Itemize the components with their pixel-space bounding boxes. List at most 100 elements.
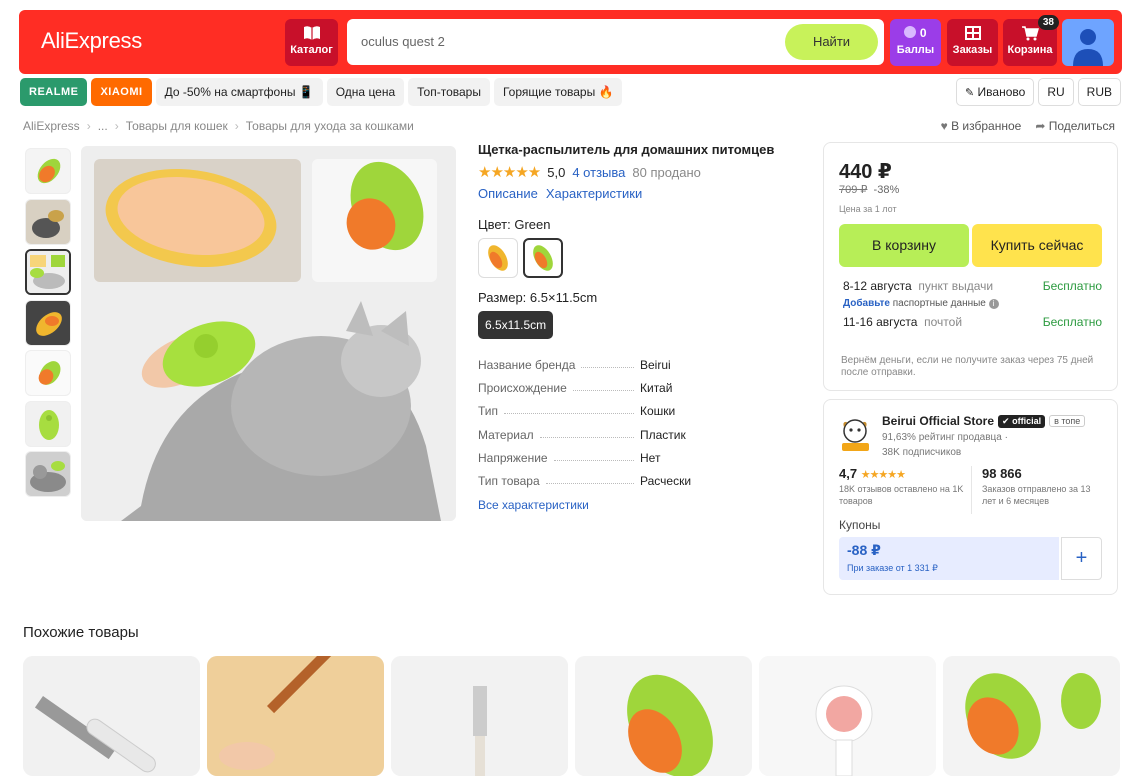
color-swatch-orange[interactable] [478, 238, 518, 278]
add-coupon-button[interactable]: + [1061, 537, 1102, 580]
product-card[interactable] [759, 656, 936, 776]
tag-smartphones-sale[interactable]: До -50% на смартфоны 📱 [155, 78, 323, 106]
breadcrumb-item[interactable]: AliExpress [23, 119, 80, 133]
tab-description[interactable]: Описание [478, 186, 538, 201]
size-option[interactable]: 6.5x11.5cm [478, 311, 554, 339]
spec-row: Тип товара Расчески [478, 469, 798, 492]
cart-icon [1022, 26, 1039, 41]
thumbnail[interactable] [25, 198, 71, 245]
catalog-button[interactable]: Каталог [285, 19, 338, 66]
breadcrumb-item[interactable]: Товары для кошек [126, 119, 228, 133]
coupon-value: -88 ₽ [847, 542, 881, 558]
thumbnail[interactable] [25, 148, 71, 194]
add-passport-link[interactable]: Добавьте [843, 298, 890, 309]
cat-photo [26, 452, 70, 496]
thumbnail[interactable] [25, 451, 71, 497]
brush-image [26, 300, 70, 345]
old-price: 709 ₽ [839, 184, 868, 196]
favorite-button[interactable]: ♥ В избранное [941, 119, 1022, 133]
cart-button[interactable]: Корзина 38 [1003, 15, 1059, 66]
store-score: 4,7 ★★★★★ 18K отзывов оставлено на 1K то… [839, 466, 964, 507]
product-card[interactable] [575, 656, 752, 776]
thumbnail[interactable] [25, 299, 71, 346]
spec-value: Расчески [640, 474, 692, 489]
score-stars: ★★★★★ [860, 469, 906, 481]
chevron-right-icon: › [234, 119, 239, 133]
spec-value: Нет [640, 450, 661, 465]
breadcrumb-item[interactable]: ... [98, 119, 108, 133]
book-icon [303, 26, 320, 40]
cat-brushing-photo [81, 146, 456, 521]
user-avatar[interactable] [1062, 19, 1114, 66]
spec-key: Материал [478, 428, 640, 442]
tab-specs[interactable]: Характеристики [546, 186, 642, 201]
points-button[interactable]: 0 Баллы [890, 19, 941, 66]
favorite-label: В избранное [951, 119, 1022, 133]
search-button[interactable]: Найти [785, 24, 878, 60]
dog-photo [26, 199, 70, 244]
top-badge: в топе [1049, 415, 1086, 427]
product-actions: ♥ В избранное ➦ Поделиться [941, 119, 1115, 133]
spec-row: Тип Кошки [478, 400, 798, 423]
discount: -38% [873, 184, 900, 196]
thumbnail[interactable] [25, 400, 71, 447]
tag-xiaomi[interactable]: XIAOMI [91, 78, 152, 106]
tag-one-price[interactable]: Одна цена [326, 78, 405, 106]
breadcrumb-item[interactable]: Товары для ухода за кошками [246, 119, 414, 133]
cart-count-badge: 38 [1037, 15, 1059, 30]
currency-button[interactable]: RUB [1077, 78, 1121, 106]
tag-top-products[interactable]: Топ-товары [408, 78, 490, 106]
subscribers: 38K подписчиков [882, 447, 962, 458]
aliexpress-logo[interactable]: AliExpress [41, 28, 142, 54]
all-specs-link[interactable]: Все характеристики [478, 498, 798, 512]
brush-image [26, 401, 70, 446]
store-name-row: Beirui Official Store ✔ official в топе [882, 414, 1086, 428]
search-input[interactable]: oculus quest 2 [361, 34, 445, 49]
brush-image [759, 656, 936, 776]
product-card[interactable] [391, 656, 568, 776]
heart-icon: ♥ [940, 119, 948, 133]
refund-note: Вернём деньги, если не получите заказ че… [841, 355, 1094, 378]
brush-image [26, 351, 70, 395]
reviews-link[interactable]: 4 отзыва [572, 165, 625, 180]
share-button[interactable]: ➦ Поделиться [1035, 119, 1115, 133]
breadcrumb: AliExpress › ... › Товары для кошек › Товар… [23, 119, 414, 133]
color-swatches [478, 238, 798, 278]
orders-value: 98 866 [982, 466, 1022, 481]
chevron-right-icon: › [86, 119, 91, 133]
price-per-lot: Цена за 1 лот [839, 204, 897, 214]
info-icon[interactable]: i [988, 299, 999, 309]
product-card[interactable] [207, 656, 384, 776]
color-label: Цвет: Green [478, 217, 551, 232]
product-card[interactable] [23, 656, 200, 776]
divider [971, 466, 972, 514]
brush-image [533, 245, 553, 271]
thumbnail-active[interactable] [25, 249, 71, 295]
store-name[interactable]: Beirui Official Store [882, 414, 994, 428]
location-button[interactable]: ✎ Иваново [955, 78, 1035, 106]
comb-image [207, 656, 384, 776]
delivery-post: 11-16 августа почтой [843, 315, 962, 329]
add-to-cart-button[interactable]: В корзину [839, 224, 969, 267]
coupon-condition: При заказе от 1 331 ₽ [847, 563, 938, 573]
spec-value: Китай [640, 380, 673, 395]
share-label: Поделиться [1048, 119, 1115, 133]
product-tabs: Описание Характеристики [478, 186, 798, 201]
spec-key: Происхождение [478, 381, 640, 395]
product-main-image[interactable] [81, 146, 456, 521]
product-card[interactable] [943, 656, 1120, 776]
tag-realme[interactable]: REALME [20, 78, 88, 106]
coupon-card[interactable]: -88 ₽ При заказе от 1 331 ₽ [839, 537, 1059, 580]
language-button[interactable]: RU [1038, 78, 1074, 106]
rating-value: 5,0 [547, 164, 566, 180]
buy-now-button[interactable]: Купить сейчас [972, 224, 1102, 267]
delivery-date: 11-16 августа [843, 315, 918, 329]
color-swatch-green[interactable] [523, 238, 563, 278]
thumbnail[interactable] [25, 350, 71, 396]
orders-button[interactable]: Заказы [947, 19, 998, 66]
spec-row: Материал Пластик [478, 423, 798, 446]
orders-label: Заказы [952, 44, 993, 56]
store-logo[interactable] [839, 417, 872, 452]
coin-icon [904, 26, 917, 38]
tag-hot-products[interactable]: Горящие товары 🔥 [493, 78, 623, 106]
